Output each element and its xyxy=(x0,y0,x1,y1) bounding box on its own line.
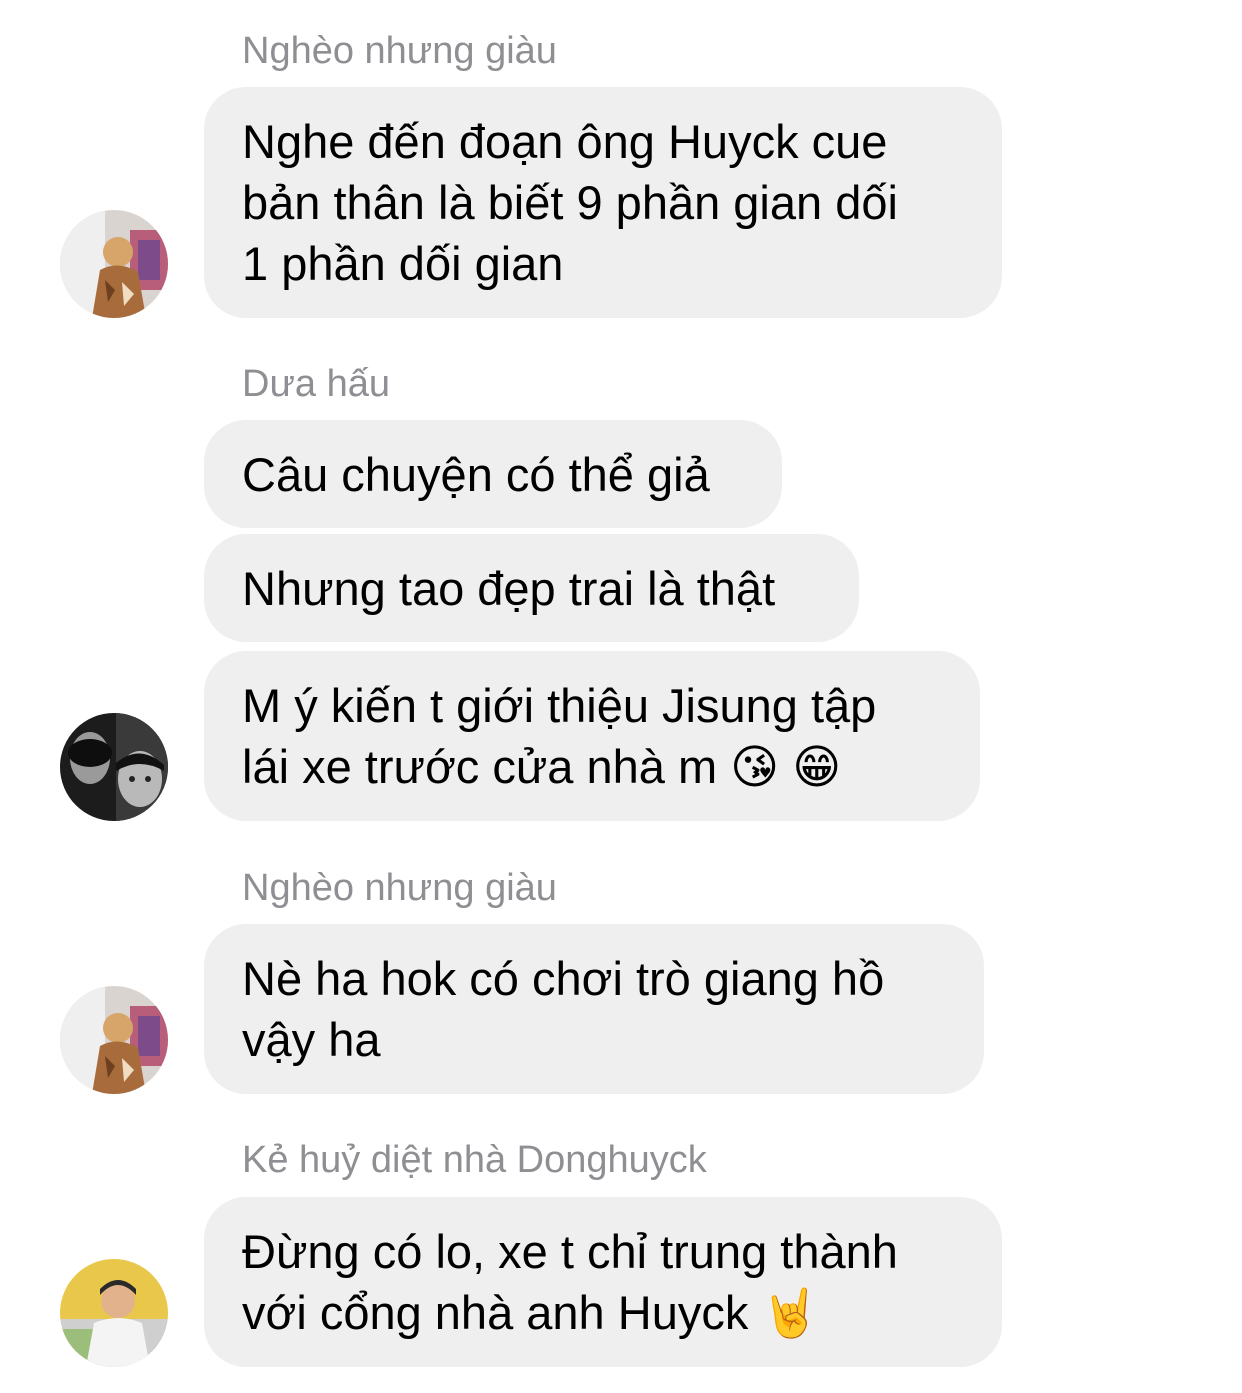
bw-selfie-avatar-photo[interactable] xyxy=(60,713,168,821)
sender-name: Dưa hấu xyxy=(242,363,390,405)
message-text: Nghe đến đoạn ông Huyck cue bản thân là … xyxy=(242,115,898,290)
message-bubble[interactable]: Nhưng tao đẹp trai là thật xyxy=(204,534,859,642)
message-bubble[interactable]: Nè ha hok có chơi trò giang hồ vậy ha xyxy=(204,924,984,1094)
person-avatar-photo[interactable] xyxy=(60,986,168,1094)
message-text: M ý kiến t giới thiệu Jisung tập lái xe … xyxy=(242,679,877,793)
message-bubble[interactable]: Nghe đến đoạn ông Huyck cue bản thân là … xyxy=(204,87,1002,318)
kid-avatar-photo[interactable] xyxy=(60,1259,168,1367)
message-text: Nhưng tao đẹp trai là thật xyxy=(242,561,776,615)
message-text: Nè ha hok có chơi trò giang hồ vậy ha xyxy=(242,952,885,1066)
message-text: Đừng có lo, xe t chỉ trung thành với cổn… xyxy=(242,1225,898,1339)
message-bubble[interactable]: M ý kiến t giới thiệu Jisung tập lái xe … xyxy=(204,651,980,821)
sender-name: Kẻ huỷ diệt nhà Donghuyck xyxy=(242,1139,707,1181)
sender-name: Nghèo nhưng giàu xyxy=(242,30,557,72)
message-bubble[interactable]: Đừng có lo, xe t chỉ trung thành với cổn… xyxy=(204,1197,1002,1367)
person-avatar-photo[interactable] xyxy=(60,210,168,318)
message-text: Câu chuyện có thể giả xyxy=(242,447,710,501)
sender-name: Nghèo nhưng giàu xyxy=(242,867,557,909)
message-bubble[interactable]: Câu chuyện có thể giả xyxy=(204,420,782,528)
